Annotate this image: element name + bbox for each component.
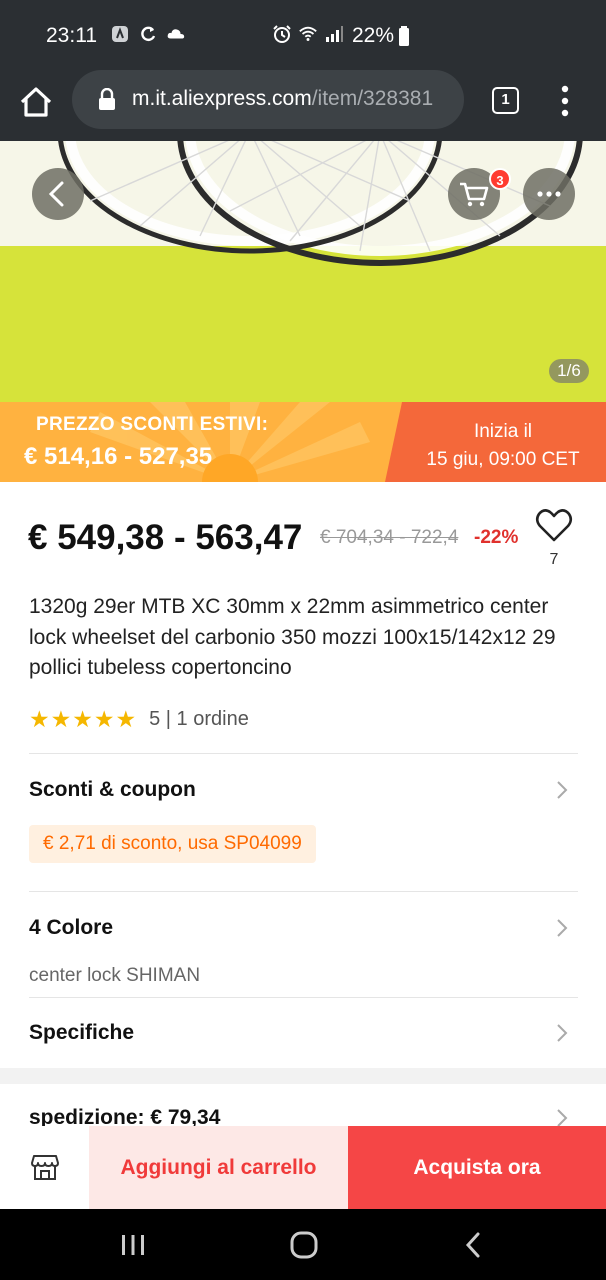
chevron-right-icon[interactable] [555, 1108, 569, 1128]
section-gap [0, 1068, 606, 1084]
promo-title: PREZZO SCONTI ESTIVI: [36, 414, 269, 435]
system-navigation-bar [0, 1209, 606, 1280]
promo-starts-label: Inizia il [473, 421, 533, 442]
rating-stars: ★★★★★ [29, 706, 138, 732]
product-image-carousel[interactable]: 3 1/6 [0, 141, 606, 402]
chevron-right-icon[interactable] [555, 1023, 569, 1043]
bottom-action-bar: Aggiungi al carrello Acquista ora [0, 1126, 606, 1209]
selected-color: center lock SHIMAN [29, 965, 201, 986]
buy-now-button[interactable]: Acquista ora [348, 1126, 606, 1209]
current-price: € 549,38 - 563,47 [28, 518, 303, 557]
rating-row[interactable]: ★★★★★ 5 | 1 ordine [29, 706, 249, 733]
signal-icon [326, 26, 343, 42]
coupons-row-label[interactable]: Sconti & coupon [29, 778, 196, 802]
status-time: 23:11 [46, 24, 97, 47]
discount-percent: -22% [474, 527, 519, 548]
battery-icon [399, 26, 410, 46]
rating-summary: 5 | 1 ordine [149, 708, 249, 730]
battery-percent: 22% [352, 24, 395, 47]
lock-icon [99, 88, 115, 110]
browser-menu-icon[interactable] [558, 84, 572, 118]
chevron-left-icon [48, 181, 64, 207]
promo-start-time: Inizia il 15 giu, 09:00 CET [410, 418, 596, 474]
cloud-icon [167, 29, 185, 39]
chevron-right-icon[interactable] [555, 918, 569, 938]
coupon-badge[interactable]: € 2,71 di sconto, usa SP04099 [29, 825, 316, 863]
product-title: 1320g 29er MTB XC 30mm x 22mm asimmetric… [29, 595, 556, 679]
add-to-cart-button[interactable]: Aggiungi al carrello [89, 1126, 348, 1209]
url-text: m.it.aliexpress.com/item/328381 [132, 87, 454, 111]
heart-icon[interactable] [534, 506, 574, 546]
store-icon [31, 1155, 59, 1180]
divider [29, 753, 578, 754]
alarm-icon [273, 25, 291, 43]
wishlist-count: 7 [549, 551, 559, 568]
browser-toolbar: m.it.aliexpress.com/item/328381 1 [0, 70, 606, 141]
app-icon [112, 26, 128, 42]
chevron-right-icon[interactable] [555, 780, 569, 800]
recent-apps-icon[interactable] [120, 1233, 146, 1257]
more-options-button[interactable] [523, 168, 575, 220]
store-button[interactable] [0, 1126, 89, 1209]
status-notification-icons [110, 24, 186, 44]
wheel-product-image [58, 141, 583, 266]
more-dots-icon [537, 191, 561, 197]
address-bar[interactable]: m.it.aliexpress.com/item/328381 [72, 70, 464, 129]
home-icon[interactable] [18, 84, 54, 120]
promo-starts-date: 15 giu, 09:00 CET [426, 449, 580, 470]
url-host: m.it.aliexpress.com [132, 87, 312, 110]
battery-indicator: 22% [352, 24, 410, 48]
url-path: /item/328381 [311, 87, 434, 110]
sync-icon [141, 26, 156, 42]
back-nav-icon[interactable] [464, 1231, 482, 1259]
summer-sale-banner: PREZZO SCONTI ESTIVI: € 514,16 - 527,35 … [0, 402, 606, 482]
color-row-label[interactable]: 4 Colore [29, 916, 113, 940]
home-nav-icon[interactable] [290, 1231, 318, 1259]
wifi-icon [299, 26, 317, 41]
status-bar: 23:11 22% [0, 0, 606, 70]
tab-switcher-button[interactable]: 1 [492, 87, 519, 114]
divider [29, 997, 578, 998]
divider [29, 891, 578, 892]
image-counter: 1/6 [549, 359, 589, 383]
promo-price: € 514,16 - 527,35 [24, 443, 213, 470]
back-button[interactable] [32, 168, 84, 220]
original-price: € 704,34 - 722,4 [320, 527, 459, 548]
cart-count-badge: 3 [489, 168, 511, 190]
specs-row-label[interactable]: Specifiche [29, 1021, 134, 1045]
